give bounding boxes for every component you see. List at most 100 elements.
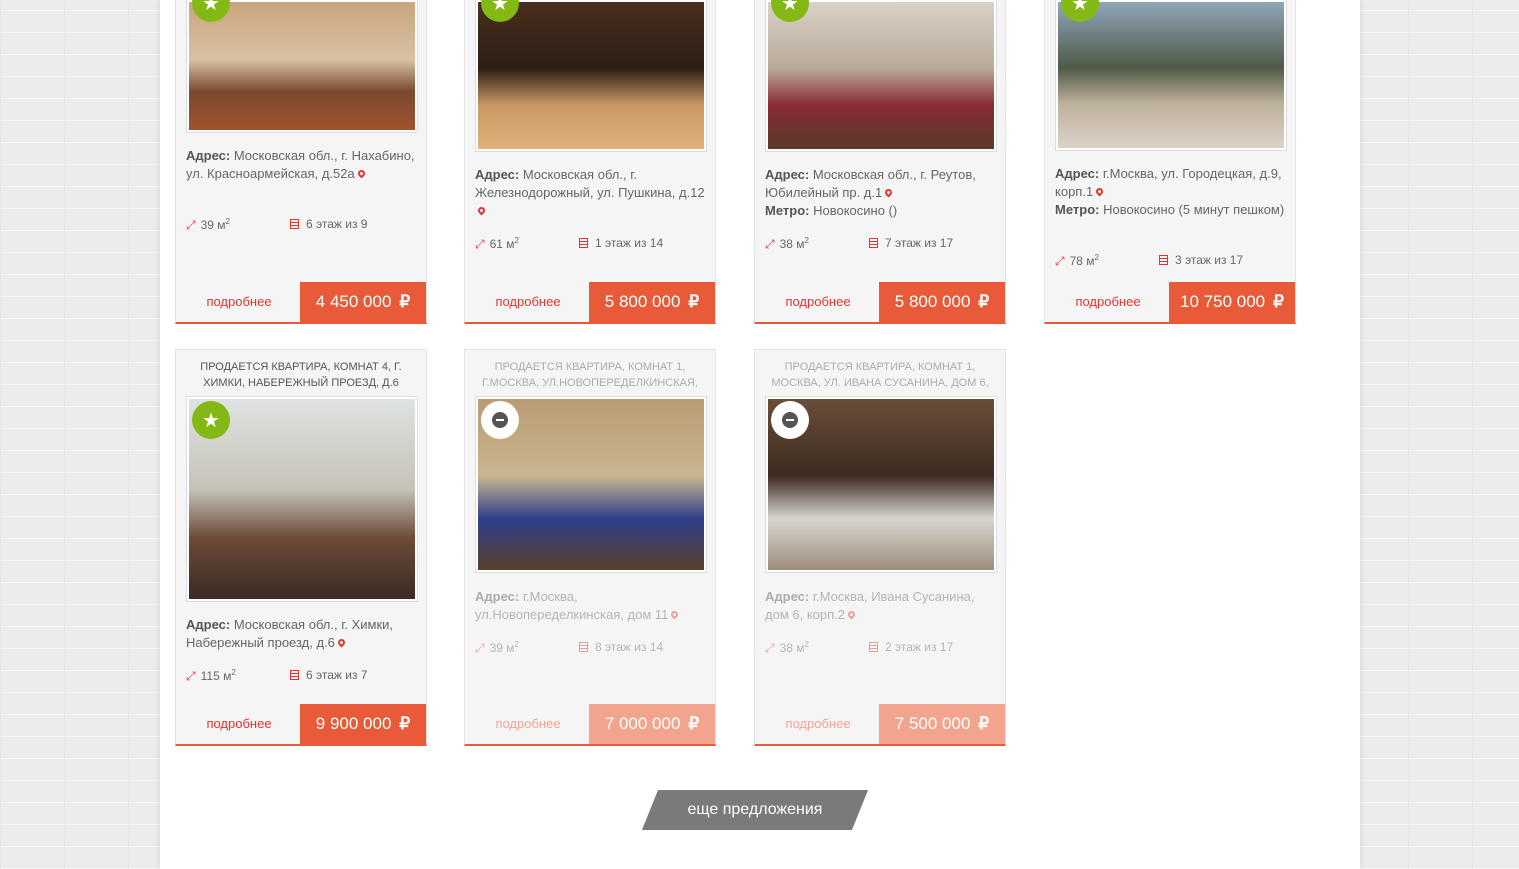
favorite-star-icon[interactable]: ★: [192, 401, 230, 439]
listing-photo: [478, 2, 704, 149]
details-link[interactable]: подробнее: [1045, 282, 1171, 322]
resize-arrow-icon: ⤢: [765, 641, 775, 655]
listing-photo-frame[interactable]: [765, 396, 997, 573]
floor-spec: 6 этаж из 9: [290, 217, 367, 231]
listing-photo: [768, 2, 994, 149]
address-label: Адрес:: [475, 167, 520, 182]
map-pin-icon[interactable]: [1094, 186, 1105, 197]
ruble-icon: ₽: [688, 292, 700, 311]
price-button[interactable]: 5 800 000 ₽: [589, 282, 715, 322]
listing-photo-frame[interactable]: [475, 396, 707, 573]
listing-address: Адрес: г.Москва, ул.Новопеределкинская, …: [475, 588, 705, 624]
listing-card: ★ Адрес: Московская обл., г. Реутов, Юби…: [754, 0, 1006, 324]
map-pin-icon[interactable]: [846, 609, 857, 620]
price-button[interactable]: 10 750 000 ₽: [1169, 282, 1295, 322]
area-spec: ⤢ 78 м2: [1055, 253, 1099, 268]
resize-arrow-icon: ⤢: [1055, 254, 1065, 268]
listing-address: Адрес: Московская обл., г. Железнодорожн…: [475, 166, 705, 220]
address-label: Адрес:: [186, 617, 231, 632]
listing-specs: ⤢ 39 м2 6 этаж из 9: [186, 217, 416, 233]
building-icon: [579, 238, 588, 248]
listing-address: Адрес: г.Москва, ул. Городецкая, д.9, ко…: [1055, 165, 1285, 219]
details-link[interactable]: подробнее: [465, 704, 591, 744]
address-label: Адрес:: [475, 589, 520, 604]
listing-photo-frame[interactable]: ★: [475, 0, 707, 152]
ruble-icon: ₽: [978, 714, 990, 733]
ruble-icon: ₽: [978, 292, 990, 311]
listing-title[interactable]: Продается квартира, комнат 1, Москва, ул…: [765, 359, 995, 391]
address-label: Адрес:: [1055, 166, 1100, 181]
listing-photo-frame[interactable]: ★: [765, 0, 997, 152]
map-pin-icon[interactable]: [336, 637, 347, 648]
price-button[interactable]: 5 800 000 ₽: [879, 282, 1005, 322]
listing-photo-frame[interactable]: ★: [186, 396, 418, 602]
address-label: Адрес:: [186, 148, 231, 163]
map-pin-icon[interactable]: [476, 205, 487, 216]
ruble-icon: ₽: [688, 714, 700, 733]
building-icon: [869, 642, 878, 652]
building-icon: [1159, 255, 1168, 265]
metro-value: Новокосино (5 минут пешком): [1103, 202, 1285, 217]
price-button[interactable]: 4 450 000 ₽: [300, 282, 426, 322]
area-spec: ⤢ 39 м2: [186, 217, 230, 232]
price-button[interactable]: 7 500 000 ₽: [879, 704, 1005, 744]
price-button[interactable]: 9 900 000 ₽: [300, 704, 426, 744]
listing-address: Адрес: Московская обл., г. Реутов, Юбиле…: [765, 166, 995, 220]
more-offers-button[interactable]: еще предложения: [641, 790, 869, 830]
building-icon: [290, 219, 299, 229]
listings-container: ★ Адрес: Московская обл., г. Нахабино, у…: [160, 0, 1360, 869]
listing-specs: ⤢ 38 м2 2 этаж из 17: [765, 640, 995, 656]
floor-spec: 8 этаж из 14: [579, 640, 663, 654]
details-link[interactable]: подробнее: [755, 704, 881, 744]
details-link[interactable]: подробнее: [176, 282, 302, 322]
building-icon: [290, 670, 299, 680]
details-link[interactable]: подробнее: [176, 704, 302, 744]
metro-label: Метро:: [1055, 202, 1100, 217]
area-spec: ⤢ 61 м2: [475, 236, 519, 251]
resize-arrow-icon: ⤢: [186, 669, 196, 683]
listing-card: Продается квартира, комнат 4, г. Химки, …: [175, 349, 427, 746]
price-button[interactable]: 7 000 000 ₽: [589, 704, 715, 744]
map-pin-icon[interactable]: [883, 187, 894, 198]
address-label: Адрес:: [765, 589, 810, 604]
area-spec: ⤢ 38 м2: [765, 640, 809, 655]
building-icon: [579, 642, 588, 652]
floor-spec: 2 этаж из 17: [869, 640, 953, 654]
listing-photo: [189, 2, 415, 130]
listing-specs: ⤢ 115 м2 6 этаж из 7: [186, 668, 416, 684]
map-pin-icon[interactable]: [356, 168, 367, 179]
more-offers-label: еще предложения: [687, 801, 823, 818]
floor-spec: 6 этаж из 7: [290, 668, 367, 682]
listing-title[interactable]: Продается квартира, комнат 1, г.Москва, …: [475, 359, 705, 391]
listing-address: Адрес: г.Москва, Ивана Сусанина, дом 6, …: [765, 588, 995, 624]
remove-minus-icon[interactable]: [771, 401, 809, 439]
listing-card: ★ Адрес: Московская обл., г. Железнодоро…: [464, 0, 716, 324]
listing-photo-frame[interactable]: ★: [1055, 0, 1287, 151]
listing-specs: ⤢ 39 м2 8 этаж из 14: [475, 640, 705, 656]
listing-card: ★ Адрес: г.Москва, ул. Городецкая, д.9, …: [1044, 0, 1296, 324]
listing-title[interactable]: Продается квартира, комнат 4, г. Химки, …: [186, 359, 416, 391]
floor-spec: 3 этаж из 17: [1159, 253, 1243, 267]
listing-specs: ⤢ 61 м2 1 этаж из 14: [475, 236, 705, 252]
resize-arrow-icon: ⤢: [475, 237, 485, 251]
metro-value: Новокосино (): [813, 203, 898, 218]
details-link[interactable]: подробнее: [465, 282, 591, 322]
floor-spec: 7 этаж из 17: [869, 236, 953, 250]
area-spec: ⤢ 38 м2: [765, 236, 809, 251]
area-spec: ⤢ 115 м2: [186, 668, 236, 683]
details-link[interactable]: подробнее: [755, 282, 881, 322]
resize-arrow-icon: ⤢: [475, 641, 485, 655]
remove-minus-icon[interactable]: [481, 401, 519, 439]
listing-card: Продается квартира, комнат 1, Москва, ул…: [754, 349, 1006, 746]
listing-specs: ⤢ 78 м2 3 этаж из 17: [1055, 253, 1285, 269]
listing-address: Адрес: Московская обл., г. Химки, Набере…: [186, 616, 416, 652]
listing-photo: [1058, 2, 1284, 148]
map-pin-icon[interactable]: [669, 609, 680, 620]
resize-arrow-icon: ⤢: [186, 218, 196, 232]
address-label: Адрес:: [765, 167, 810, 182]
listing-photo-frame[interactable]: ★: [186, 0, 418, 133]
floor-spec: 1 этаж из 14: [579, 236, 663, 250]
building-icon: [869, 238, 878, 248]
listing-address: Адрес: Московская обл., г. Нахабино, ул.…: [186, 147, 416, 183]
area-spec: ⤢ 39 м2: [475, 640, 519, 655]
